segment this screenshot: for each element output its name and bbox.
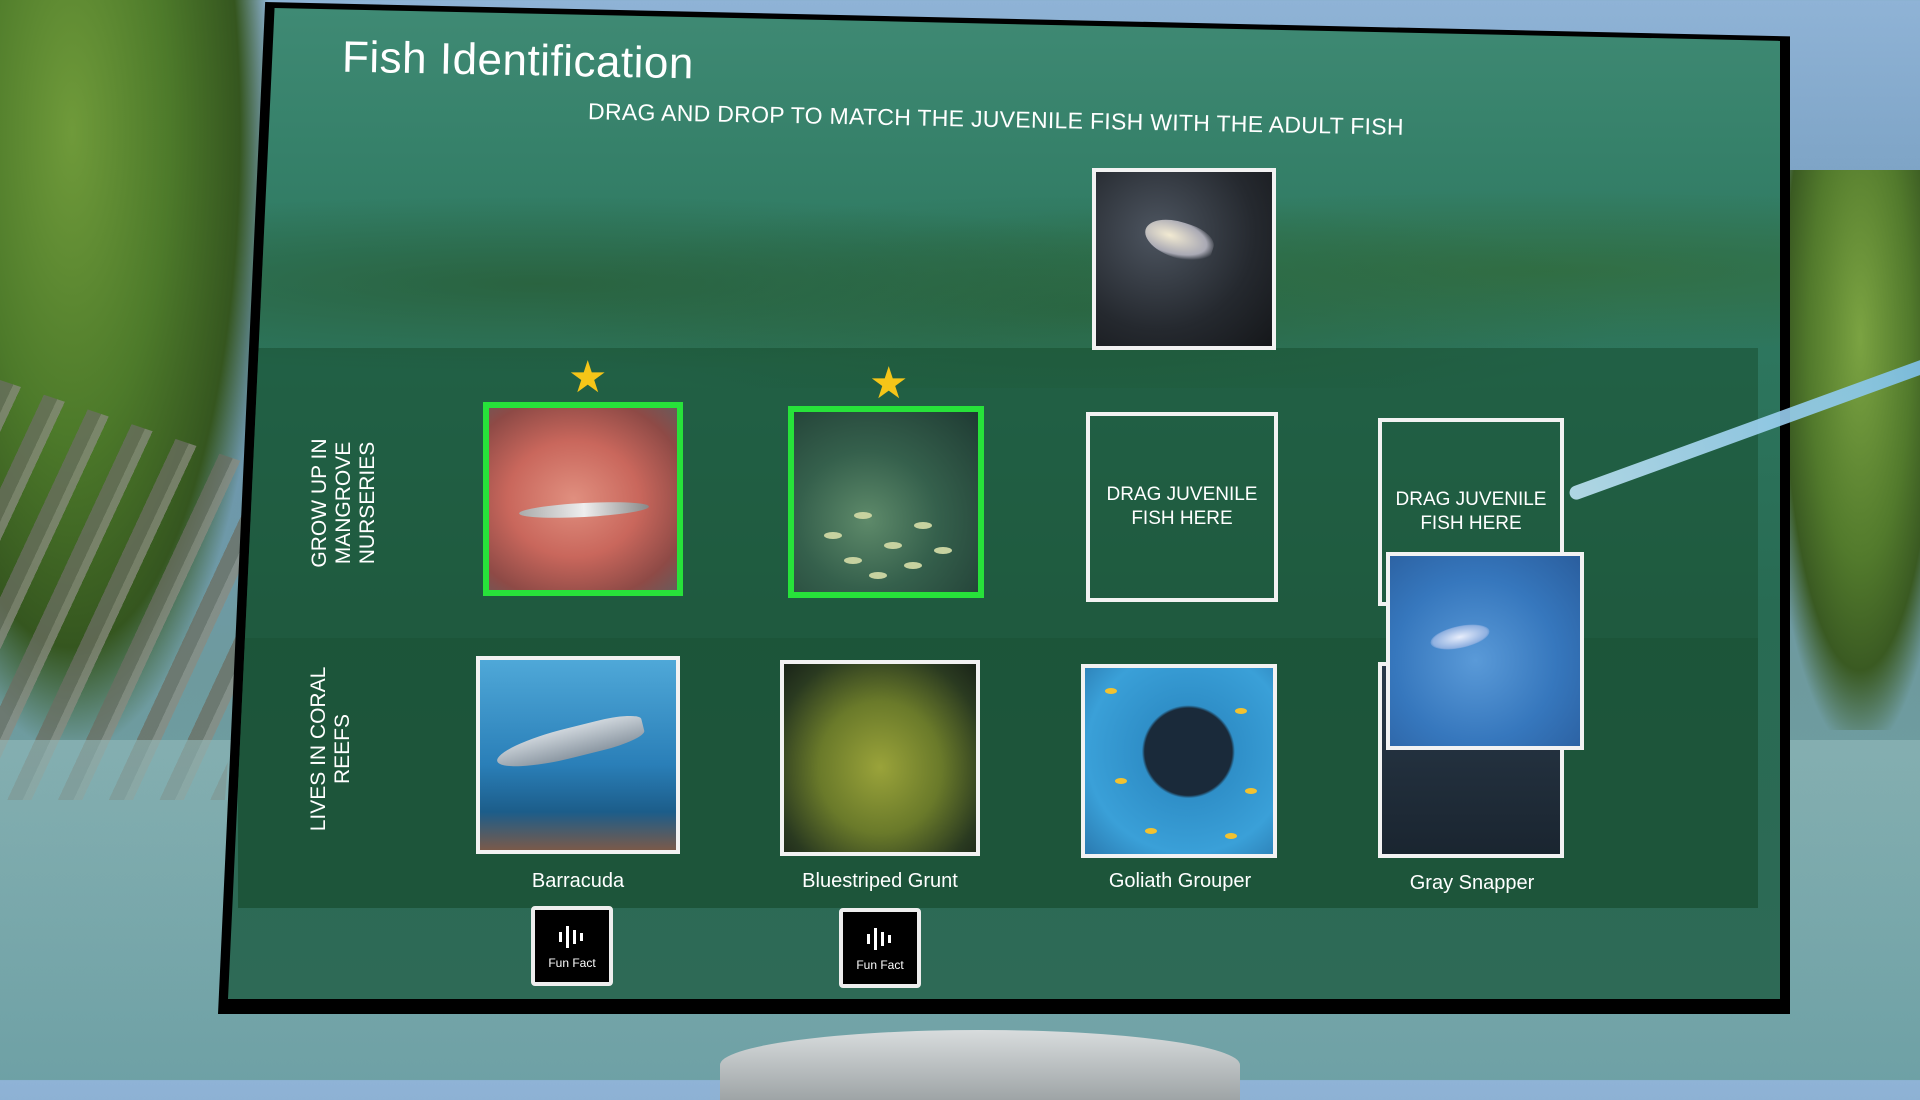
fun-fact-label: Fun Fact	[856, 958, 904, 972]
mangrove-tree-right	[1770, 170, 1920, 730]
platform-edge	[720, 1030, 1240, 1100]
fish-identification-board: Fish Identification DRAG AND DROP TO MAT…	[228, 8, 1780, 1000]
adult-name-grunt: Bluestriped Grunt	[802, 870, 958, 892]
audio-wave-icon	[559, 926, 583, 948]
page-title: Fish Identification	[341, 32, 695, 89]
bluestriped-grunt-image	[784, 664, 976, 852]
audio-wave-icon	[867, 928, 891, 950]
barracuda-image	[480, 660, 676, 850]
goliath-grouper-image	[1085, 668, 1273, 854]
star-icon: ★	[568, 353, 608, 402]
adult-fish-card-barracuda	[476, 656, 680, 854]
fun-fact-label: Fun Fact	[548, 956, 596, 970]
juvenile-fish-card[interactable]	[1092, 168, 1276, 350]
matched-juvenile-barracuda	[483, 402, 683, 596]
fun-fact-button-grunt[interactable]: Fun Fact	[839, 908, 921, 988]
fun-fact-button-barracuda[interactable]: Fun Fact	[531, 906, 613, 986]
star-icon: ★	[869, 359, 909, 408]
dragged-juvenile-fish[interactable]	[1386, 552, 1584, 750]
adult-name-snapper: Gray Snapper	[1409, 872, 1535, 894]
dragged-juvenile-image	[1390, 556, 1580, 746]
juvenile-barracuda-image	[489, 408, 677, 590]
adult-name-grouper: Goliath Grouper	[1108, 870, 1252, 892]
adult-fish-card-grunt	[780, 660, 980, 856]
matched-juvenile-grunt	[788, 406, 984, 598]
juvenile-fish-image	[1096, 172, 1272, 346]
juvenile-grunt-image	[794, 412, 978, 592]
drop-zone-goliath-grouper[interactable]: DRAG JUVENILE FISH HERE	[1086, 412, 1278, 602]
row-label-mangrove: GROW UP IN MANGROVE NURSERIES	[308, 438, 379, 568]
adult-name-barracuda: Barracuda	[531, 870, 625, 892]
adult-fish-card-grouper	[1081, 664, 1277, 858]
row-label-coral-reef: LIVES IN CORAL REEFS	[307, 666, 354, 832]
